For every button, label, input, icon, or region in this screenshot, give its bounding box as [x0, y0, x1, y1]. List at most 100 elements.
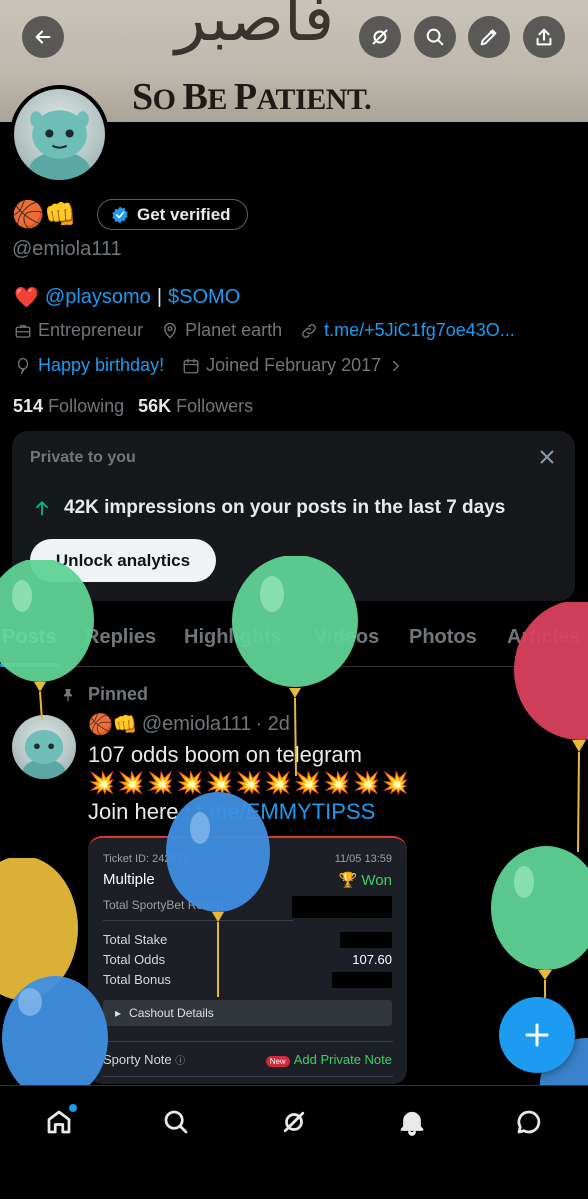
new-badge: New [265, 1056, 290, 1067]
search-button[interactable] [414, 16, 456, 58]
profile-emojis: 🏀👊 [12, 198, 77, 229]
website-link[interactable]: t.me/+5JiC1fg7oe43O... [324, 320, 515, 341]
followers-link[interactable]: 56K Followers [138, 396, 253, 417]
info-icon: ⓘ [175, 1056, 186, 1067]
edit-button[interactable] [468, 16, 510, 58]
follow-stats: 514 Following 56K Followers [13, 396, 253, 417]
balloon-green-right [491, 846, 588, 1006]
active-tab-indicator [0, 663, 60, 667]
ticket-status: 🏆 Won [338, 872, 392, 889]
ticket-type: Multiple [103, 871, 155, 888]
nav-messages[interactable] [509, 1102, 549, 1142]
briefcase-icon [15, 324, 31, 338]
bio-separator: | [156, 286, 163, 308]
heart-emoji: ❤️ [14, 287, 39, 309]
link-icon [302, 323, 316, 338]
telegram-link[interactable]: t.me/EMMYTIPSS [197, 799, 375, 824]
total-odds-value: 107.60 [352, 952, 392, 967]
impressions-line: 42K impressions on your posts in the las… [32, 497, 505, 519]
search-icon [426, 28, 444, 46]
share-button[interactable] [523, 16, 565, 58]
total-stake-label: Total Stake [103, 932, 168, 947]
total-return-label: Total SportyBet Return [103, 898, 224, 912]
author-emojis: 🏀👊 [88, 714, 138, 736]
messages-icon [517, 1110, 541, 1134]
back-button[interactable] [22, 16, 64, 58]
add-private-note: New Add Private Note [265, 1052, 392, 1067]
home-icon [47, 1110, 71, 1134]
notifications-icon [400, 1111, 424, 1136]
joined-item: Joined February 2017 [182, 355, 405, 376]
profile-meta-row-2: Happy birthday! Joined February 2017 [14, 355, 405, 376]
nav-search[interactable] [156, 1102, 196, 1142]
total-odds-label: Total Odds [103, 952, 166, 967]
redaction-box [332, 972, 392, 988]
profile-bio: ❤️ @playsomo | $SOMO [14, 285, 240, 310]
arrow-up-icon [36, 501, 48, 516]
balloon-icon [17, 357, 29, 374]
grok-button[interactable] [359, 16, 401, 58]
redaction-box [340, 932, 392, 948]
unlock-analytics-button[interactable]: Unlock analytics [30, 539, 216, 582]
verified-badge-icon [112, 206, 128, 223]
separator [103, 920, 293, 921]
redaction-box [292, 896, 392, 918]
website-item[interactable]: t.me/+5JiC1fg7oe43O... [300, 320, 515, 341]
nav-home[interactable] [39, 1102, 79, 1142]
profile-handle: @emiola111 [12, 238, 122, 260]
tab-photos[interactable]: Photos [409, 626, 477, 649]
card-title: Private to you [30, 449, 136, 466]
location-pin-icon [164, 322, 177, 338]
profile-avatar[interactable] [10, 85, 109, 184]
post-header: 🏀👊 @emiola111 · 2d [88, 712, 290, 737]
notification-dot [69, 1104, 77, 1112]
tab-videos[interactable]: Videos [314, 626, 379, 649]
share-icon [536, 28, 552, 46]
plus-icon [525, 1023, 549, 1047]
tab-replies[interactable]: Replies [85, 626, 156, 649]
profession-item: Entrepreneur [14, 320, 143, 341]
separator [103, 1041, 393, 1042]
bio-mention-link[interactable]: @playsomo [45, 286, 151, 309]
grok-icon [372, 29, 388, 45]
banner-arabic-text: فاصبر [175, 0, 335, 56]
post-sparkles: 💥💥💥💥💥💥💥💥💥💥💥 [88, 770, 412, 795]
close-icon [540, 450, 554, 464]
calendar-icon [183, 358, 199, 373]
tab-articles[interactable]: Articles [507, 626, 580, 649]
balloon-yellow-left [0, 858, 78, 1000]
nav-notifications[interactable] [392, 1102, 432, 1142]
grok-icon [283, 1111, 305, 1133]
chevron-right-icon [393, 360, 400, 371]
location-item: Planet earth [161, 320, 282, 341]
pencil-icon [480, 29, 497, 46]
post-text-line-3: Join here : t.me/EMMYTIPSS [88, 799, 376, 824]
tab-highlights[interactable]: Highlights [184, 626, 282, 649]
banner-caption: SO BE PATIENT. [132, 76, 372, 118]
ticket-id: Ticket ID: 242671 [103, 853, 189, 865]
profile-meta-row-1: Entrepreneur Planet earth t.me/+5JiC1fg7… [14, 320, 515, 341]
post-author-avatar[interactable] [12, 715, 76, 779]
tab-posts[interactable]: Posts [2, 626, 56, 649]
bottom-navigation [0, 1085, 588, 1199]
author-handle[interactable]: @emiola111 [142, 713, 252, 736]
cashout-details-row: ▸ Cashout Details [103, 1000, 392, 1026]
sporty-note-label: Sporty Note ⓘ [103, 1052, 186, 1067]
private-analytics-card: Private to you 42K impressions on your p… [12, 431, 575, 601]
following-link[interactable]: 514 Following [13, 396, 124, 417]
nav-grok[interactable] [274, 1102, 314, 1142]
separator [103, 1076, 393, 1077]
close-card-button[interactable] [537, 447, 557, 467]
total-bonus-label: Total Bonus [103, 972, 171, 987]
post-text-line-1: 107 odds boom on telegram [88, 742, 362, 767]
compose-post-button[interactable] [499, 997, 575, 1073]
bio-cashtag-link[interactable]: $SOMO [168, 286, 240, 309]
post-media-ticket[interactable]: Ticket ID: 242671 11/05 13:59 Multiple 🏆… [88, 836, 407, 1084]
ticket-datetime: 11/05 13:59 [334, 853, 392, 865]
birthday-item[interactable]: Happy birthday! [14, 355, 164, 376]
pinned-label: Pinned [60, 684, 148, 705]
get-verified-button[interactable]: Get verified [97, 199, 248, 230]
caret-right-icon: ▸ [115, 1006, 122, 1020]
arrow-left-icon [35, 30, 51, 44]
pin-icon [64, 688, 72, 702]
